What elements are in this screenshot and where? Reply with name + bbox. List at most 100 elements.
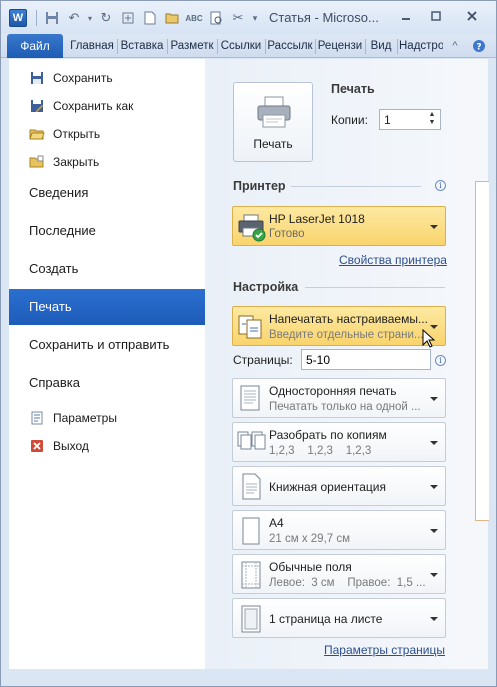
orientation-dropdown[interactable]: Книжная ориентация bbox=[232, 466, 446, 506]
margins-subtitle: Левое: 3 см Правое: 1,5 ... bbox=[269, 577, 426, 589]
pages-per-sheet-dropdown[interactable]: 1 страница на листе bbox=[232, 598, 446, 638]
nav-exit[interactable]: Выход bbox=[29, 435, 89, 457]
copies-label: Копии: bbox=[331, 113, 368, 127]
copies-value: 1 bbox=[384, 113, 391, 127]
help-icon[interactable]: ? bbox=[471, 38, 487, 54]
nav-info[interactable]: Сведения bbox=[9, 175, 205, 211]
chevron-down-icon bbox=[430, 397, 438, 401]
new-document-icon[interactable] bbox=[140, 8, 160, 28]
undo-dropdown-icon[interactable]: ▾ bbox=[86, 8, 94, 28]
nav-open[interactable]: Открыть bbox=[29, 123, 100, 145]
settings-heading: Настройка bbox=[233, 280, 299, 294]
close-button[interactable] bbox=[459, 5, 485, 27]
window-title: Статья - Microso... bbox=[269, 10, 379, 25]
nav-help[interactable]: Справка bbox=[9, 365, 205, 401]
settings-divider bbox=[305, 287, 445, 288]
nav-save-as-label: Сохранить как bbox=[53, 99, 134, 113]
tab-references[interactable]: Ссылки bbox=[219, 34, 263, 58]
printer-ready-icon bbox=[238, 214, 266, 242]
margins-title: Обычные поля bbox=[269, 560, 352, 574]
nav-recent[interactable]: Последние bbox=[9, 213, 205, 249]
printer-dropdown[interactable]: HP LaserJet 1018 Готово bbox=[232, 206, 446, 246]
nav-print[interactable]: Печать bbox=[9, 289, 215, 325]
nav-options[interactable]: Параметры bbox=[29, 407, 117, 429]
tab-page-layout[interactable]: Разметк bbox=[169, 34, 215, 58]
print-preview-icon[interactable] bbox=[206, 8, 226, 28]
paper-size-icon bbox=[242, 517, 260, 545]
chevron-down-icon bbox=[430, 573, 438, 577]
tab-separator bbox=[397, 39, 398, 54]
pages-per-sheet-icon bbox=[241, 605, 261, 633]
chevron-down-icon bbox=[430, 225, 438, 229]
spinner-arrows-icon[interactable]: ▲ ▼ bbox=[426, 111, 438, 128]
tab-insert[interactable]: Вставка bbox=[119, 34, 165, 58]
collate-icon bbox=[237, 431, 266, 450]
portrait-orientation-icon bbox=[242, 473, 261, 500]
tab-mailings[interactable]: Рассылк bbox=[267, 34, 313, 58]
printer-heading: Принтер bbox=[233, 179, 286, 193]
nav-save[interactable]: Сохранить bbox=[29, 67, 113, 89]
spelling-icon[interactable]: ABC bbox=[184, 8, 204, 28]
pages-input[interactable] bbox=[301, 349, 431, 370]
close-folder-icon bbox=[29, 154, 45, 170]
nav-save-and-send[interactable]: Сохранить и отправить bbox=[9, 327, 205, 363]
printer-name: HP LaserJet 1018 bbox=[269, 212, 365, 226]
nav-open-label: Открыть bbox=[53, 127, 101, 141]
tab-file[interactable]: Файл bbox=[7, 34, 63, 58]
minimize-button[interactable] bbox=[393, 5, 419, 27]
cut-icon[interactable]: ✂ bbox=[228, 8, 248, 28]
pages-label: Страницы: bbox=[233, 353, 293, 367]
collate-dropdown[interactable]: Разобрать по копиям 1,2,3 1,2,3 1,2,3 bbox=[232, 422, 446, 462]
nav-options-label: Параметры bbox=[53, 411, 117, 425]
save-icon bbox=[29, 70, 45, 86]
touch-mode-icon[interactable] bbox=[118, 8, 138, 28]
collate-title: Разобрать по копиям bbox=[269, 428, 387, 442]
chevron-down-icon bbox=[430, 617, 438, 621]
print-range-dropdown[interactable]: Напечатать настраиваемы... Введите отдел… bbox=[232, 306, 446, 346]
save-icon[interactable] bbox=[42, 8, 62, 28]
copies-spinner[interactable]: 1 ▲ ▼ bbox=[379, 109, 441, 130]
print-range-title: Напечатать настраиваемы... bbox=[269, 312, 428, 326]
maximize-button[interactable] bbox=[423, 5, 449, 27]
mouse-cursor-icon bbox=[422, 329, 436, 348]
nav-close[interactable]: Закрыть bbox=[29, 151, 99, 173]
tab-separator bbox=[265, 39, 266, 54]
margins-dropdown[interactable]: Обычные поля Левое: 3 см Правое: 1,5 ... bbox=[232, 554, 446, 594]
print-button[interactable]: Печать bbox=[233, 82, 313, 162]
undo-icon[interactable]: ↶ bbox=[64, 8, 84, 28]
tab-addins[interactable]: Надстро bbox=[399, 34, 443, 58]
tab-review[interactable]: Рецензи bbox=[317, 34, 363, 58]
one-sided-icon bbox=[240, 385, 260, 411]
chevron-down-icon bbox=[430, 529, 438, 533]
printer-properties-link[interactable]: Свойства принтера bbox=[339, 253, 447, 267]
redo-icon[interactable]: ↻ bbox=[96, 8, 116, 28]
printer-info-icon[interactable]: i bbox=[435, 180, 446, 191]
tab-view[interactable]: Вид bbox=[367, 34, 395, 58]
options-icon bbox=[29, 410, 45, 426]
tab-home[interactable]: Главная bbox=[69, 34, 115, 58]
quick-access-toolbar: ↶ ▾ ↻ ABC ✂ ▾ bbox=[33, 8, 260, 28]
print-button-label: Печать bbox=[253, 137, 293, 151]
printer-divider bbox=[291, 186, 421, 187]
preview-page bbox=[475, 181, 489, 521]
print-range-subtitle: Введите отдельные страни... bbox=[269, 329, 424, 341]
page-setup-link[interactable]: Параметры страницы bbox=[324, 643, 445, 657]
nav-save-as[interactable]: Сохранить как bbox=[29, 95, 133, 117]
tab-separator bbox=[365, 39, 366, 54]
paper-size-dropdown[interactable]: A4 21 см x 29,7 см bbox=[232, 510, 446, 550]
print-heading: Печать bbox=[331, 82, 375, 96]
nav-new[interactable]: Создать bbox=[9, 251, 205, 287]
minimize-ribbon-icon[interactable]: ^ bbox=[447, 38, 463, 54]
sides-dropdown[interactable]: Односторонняя печать Печатать только на … bbox=[232, 378, 446, 418]
word-app-icon[interactable]: W bbox=[9, 9, 27, 27]
open-icon[interactable] bbox=[162, 8, 182, 28]
customize-qat-icon[interactable]: ▾ bbox=[250, 8, 260, 28]
tab-separator bbox=[315, 39, 316, 54]
tab-separator bbox=[167, 39, 168, 54]
save-as-icon bbox=[29, 98, 45, 114]
tab-separator bbox=[117, 39, 118, 54]
nav-close-label: Закрыть bbox=[53, 155, 100, 169]
paper-size-title: A4 bbox=[269, 516, 284, 530]
custom-pages-icon bbox=[238, 315, 262, 339]
pages-info-icon[interactable]: i bbox=[435, 355, 446, 366]
